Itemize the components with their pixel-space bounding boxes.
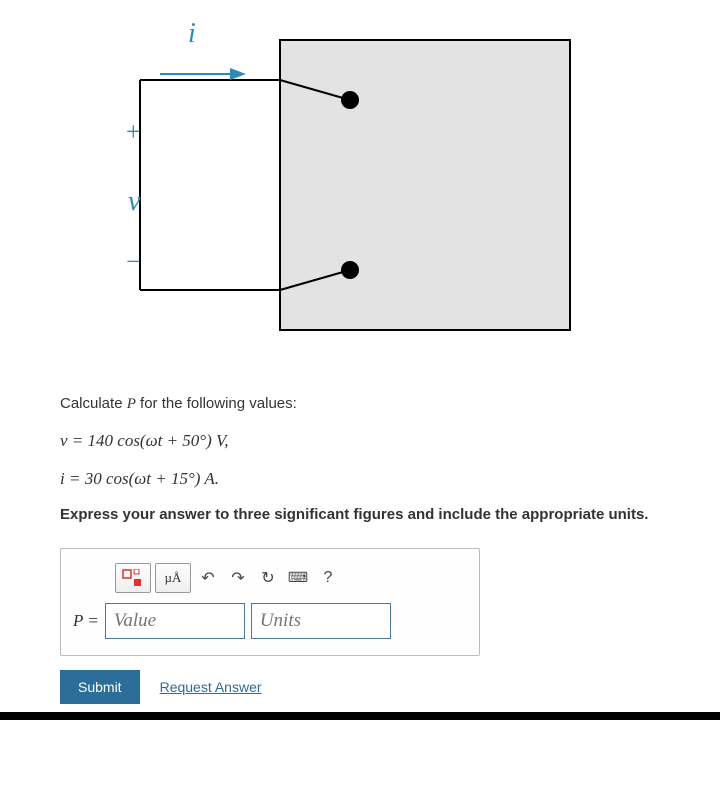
circuit-diagram: i + v − [60, 0, 660, 360]
answer-box: µÅ ↶ ↷ ↻ ⌨ ? P = [60, 548, 480, 656]
sig-fig-instruction: Express your answer to three significant… [60, 501, 660, 530]
equation-i: i = 30 cos(ωt + 15°) A. [60, 463, 660, 495]
minus-sign: − [126, 247, 141, 276]
redo-icon[interactable]: ↷ [225, 565, 251, 591]
answer-toolbar: µÅ ↶ ↷ ↻ ⌨ ? [115, 563, 467, 593]
bottom-bar [0, 712, 720, 720]
value-input[interactable] [105, 603, 245, 639]
plus-sign: + [126, 117, 141, 146]
reset-icon[interactable]: ↻ [255, 565, 281, 591]
template-icon [122, 569, 144, 587]
voltage-label: v [128, 186, 141, 217]
submit-button[interactable]: Submit [60, 670, 140, 704]
help-icon[interactable]: ? [315, 565, 341, 591]
answer-lhs: P = [73, 611, 99, 631]
units-input[interactable] [251, 603, 391, 639]
current-label: i [188, 18, 196, 49]
circuit-svg: i + v − [60, 0, 660, 360]
units-button[interactable]: µÅ [155, 563, 191, 593]
keyboard-icon[interactable]: ⌨ [285, 565, 311, 591]
equation-v: v = 140 cos(ωt + 50°) V, [60, 425, 660, 457]
undo-icon[interactable]: ↶ [195, 565, 221, 591]
template-button[interactable] [115, 563, 151, 593]
problem-intro: Calculate P for the following values: [60, 390, 660, 419]
request-answer-link[interactable]: Request Answer [160, 679, 262, 695]
